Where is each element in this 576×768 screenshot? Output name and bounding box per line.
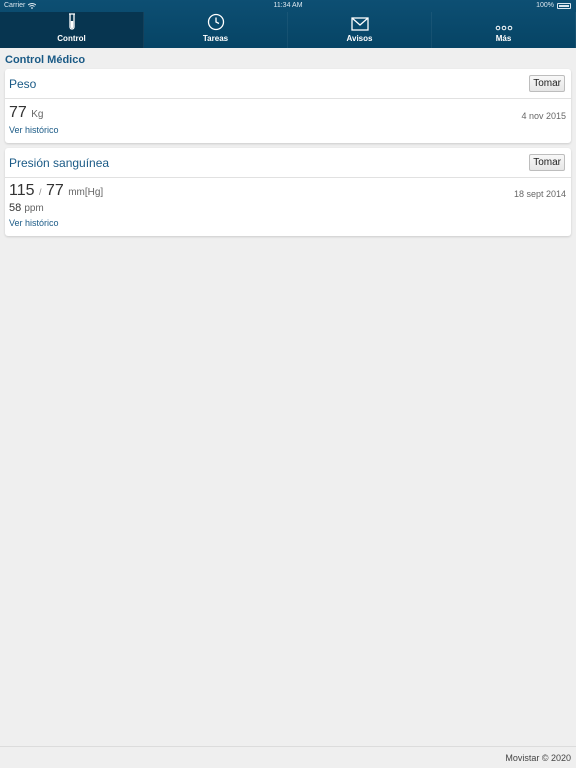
pressure-card-header: Presión sanguínea Tomar [5,148,571,178]
weight-value: 77 [9,104,27,121]
pressure-history-link[interactable]: Ver histórico [9,218,59,228]
tab-tareas-label: Tareas [202,34,229,43]
systolic-value: 115 [9,182,35,199]
top-navigation-bar: Carrier 11:34 AM 100% Control Tareas Avi… [0,0,576,48]
more-dots-icon [495,25,512,31]
weight-title: Peso [9,77,37,91]
tab-tareas[interactable]: Tareas [144,12,288,48]
pressure-card: Presión sanguínea Tomar 115 / 77 mm[Hg] … [5,148,571,236]
tab-avisos[interactable]: Avisos [288,12,432,48]
pressure-unit: mm[Hg] [68,187,104,198]
pulse-value: 58 [9,202,22,214]
weight-card-header: Peso Tomar [5,69,571,99]
weight-card: Peso Tomar 77 Kg 4 nov 2015 Ver históric… [5,69,571,143]
copyright-text: Movistar © 2020 [505,753,571,763]
diastolic-value: 77 [45,182,64,199]
status-bar: Carrier 11:34 AM 100% [0,0,576,12]
envelope-icon [350,17,369,31]
pressure-date: 18 sept 2014 [513,189,566,199]
take-weight-button[interactable]: Tomar [529,75,565,92]
tab-mas-label: Más [495,34,512,43]
tab-avisos-label: Avisos [346,34,373,43]
pulse-reading: 58 ppm [9,202,44,214]
tab-bar: Control Tareas Avisos Más [0,12,576,48]
weight-history-link[interactable]: Ver histórico [9,125,59,135]
battery-icon [557,3,571,9]
weight-unit: Kg [31,109,44,120]
status-time: 11:34 AM [273,2,303,9]
footer: Movistar © 2020 [0,746,576,768]
clock-icon [207,13,224,31]
pressure-separator: / [38,187,42,197]
weight-reading: 77 Kg [9,104,43,122]
section-title: Control Médico [5,54,86,66]
tab-control[interactable]: Control [0,12,144,48]
battery-percent: 100% [536,2,554,9]
pressure-reading: 115 / 77 mm[Hg] [9,182,103,200]
test-tube-icon [68,13,75,30]
tab-control-label: Control [57,34,86,43]
battery-indicator: 100% [536,0,571,12]
weight-date: 4 nov 2015 [521,111,566,121]
take-pressure-button[interactable]: Tomar [529,154,565,171]
pulse-unit: ppm [24,203,44,214]
pressure-title: Presión sanguínea [9,156,110,170]
tab-mas[interactable]: Más [432,12,576,48]
